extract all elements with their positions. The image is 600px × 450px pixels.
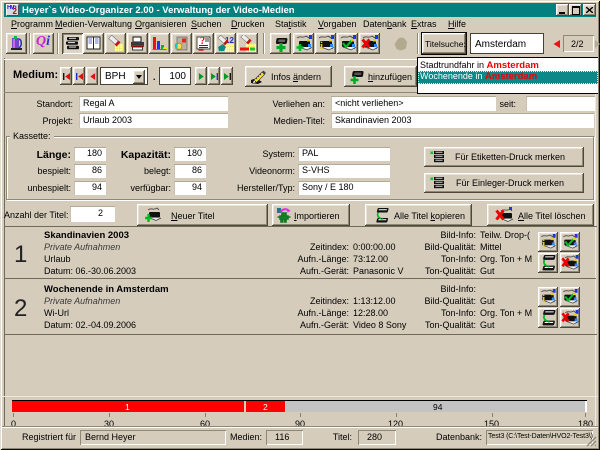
- svg-text:i: i: [542, 239, 545, 250]
- svg-text:i: i: [542, 294, 545, 305]
- svg-text:i: i: [320, 40, 323, 52]
